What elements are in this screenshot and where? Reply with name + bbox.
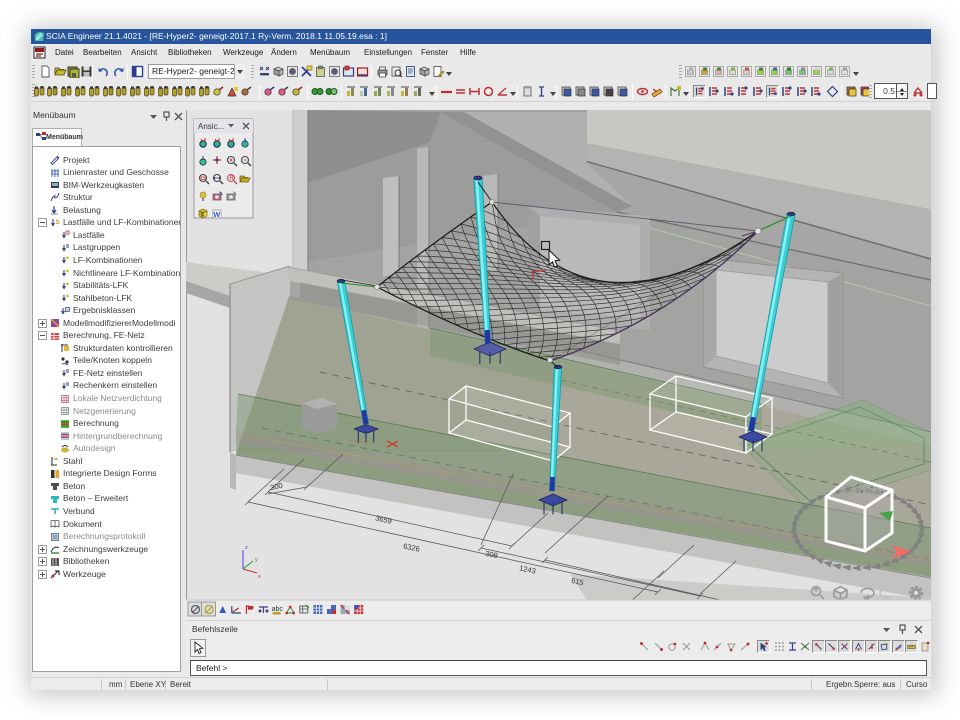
svg-text:S: S (56, 219, 61, 226)
svg-text:z: z (245, 545, 248, 551)
svg-text:f: f (54, 195, 56, 201)
svg-text:Ansic...: Ansic... (198, 122, 224, 131)
svg-text:R: R (230, 176, 235, 182)
svg-text:x: x (258, 574, 261, 580)
svg-text:abc: abc (272, 606, 284, 613)
svg-text:W: W (214, 212, 221, 219)
svg-text:C: C (201, 212, 205, 218)
svg-text:y: y (255, 557, 258, 563)
